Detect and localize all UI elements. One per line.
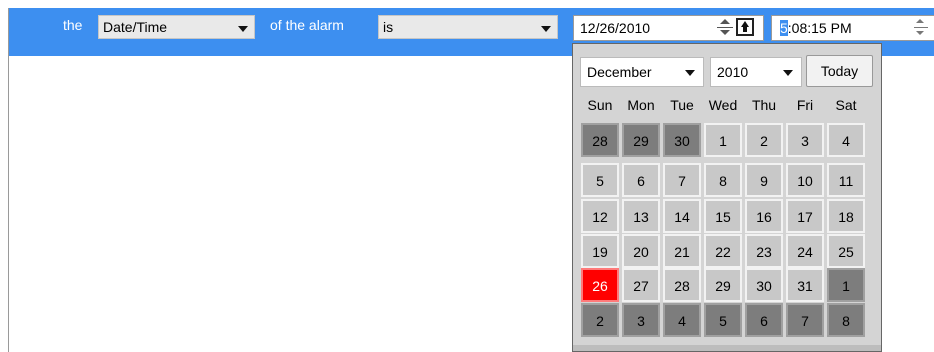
chevron-down-icon [783, 70, 793, 76]
calendar-day[interactable]: 15 [704, 199, 742, 233]
calendar-day-other-month[interactable]: 29 [622, 123, 660, 157]
year-select-value: 2010 [717, 64, 749, 80]
calendar-day[interactable]: 5 [581, 163, 619, 197]
calendar-day[interactable]: 29 [704, 268, 742, 302]
rule-prefix-text: the [63, 17, 83, 33]
month-select[interactable]: December [580, 57, 704, 87]
calendar-day[interactable]: 17 [786, 199, 824, 233]
time-spinner[interactable] [914, 17, 928, 39]
calendar-day[interactable]: 1 [704, 123, 742, 157]
calendar-day-other-month[interactable]: 7 [786, 303, 824, 337]
calendar-day[interactable]: 21 [663, 234, 701, 268]
calendar-day-other-month[interactable]: 4 [663, 303, 701, 337]
calendar-day[interactable]: 4 [827, 123, 865, 157]
calendar-day[interactable]: 9 [745, 163, 783, 197]
calendar-day[interactable]: 23 [745, 234, 783, 268]
time-hour-selected[interactable]: 5 [780, 20, 788, 36]
weekday-header-mon: Mon [627, 97, 655, 113]
calendar-day-other-month[interactable]: 30 [663, 123, 701, 157]
calendar-day[interactable]: 30 [745, 268, 783, 302]
calendar-day[interactable]: 18 [827, 199, 865, 233]
calendar-day-other-month[interactable]: 6 [745, 303, 783, 337]
weekday-header-sun: Sun [587, 97, 613, 113]
weekday-header-fri: Fri [796, 97, 814, 113]
calendar-day[interactable]: 31 [786, 268, 824, 302]
spinner-down-icon[interactable] [720, 30, 730, 35]
calendar-popup: December 2010 Today Sun Mon Tue Wed Thu Fri Sa… [572, 43, 882, 352]
chevron-down-icon [685, 70, 695, 76]
calendar-day[interactable]: 25 [827, 234, 865, 268]
calendar-day[interactable]: 26 [581, 268, 619, 302]
year-select[interactable]: 2010 [710, 57, 802, 87]
operator-select[interactable]: is [378, 15, 558, 39]
month-select-value: December [587, 64, 652, 80]
calendar-day[interactable]: 2 [745, 123, 783, 157]
weekday-header-tue: Tue [670, 97, 694, 113]
calendar-toggle-button[interactable] [736, 18, 754, 36]
calendar-day-other-month[interactable]: 3 [622, 303, 660, 337]
calendar-day[interactable]: 7 [663, 163, 701, 197]
weekday-header-thu: Thu [751, 97, 777, 113]
calendar-day[interactable]: 8 [704, 163, 742, 197]
spinner-up-icon[interactable] [916, 19, 924, 23]
time-input[interactable]: 5:08:15 PM [771, 15, 934, 41]
today-button[interactable]: Today [806, 55, 873, 87]
calendar-day[interactable]: 22 [704, 234, 742, 268]
calendar-day[interactable]: 24 [786, 234, 824, 268]
calendar-day-other-month[interactable]: 8 [827, 303, 865, 337]
spinner-down-icon[interactable] [916, 31, 924, 35]
calendar-day[interactable]: 28 [663, 268, 701, 302]
calendar-day[interactable]: 11 [827, 163, 865, 197]
field-select-value: Date/Time [103, 19, 168, 35]
calendar-day[interactable]: 13 [622, 199, 660, 233]
weekday-header-sat: Sat [835, 97, 857, 113]
calendar-day[interactable]: 6 [622, 163, 660, 197]
rule-middle-text: of the alarm [270, 17, 344, 33]
calendar-day[interactable]: 20 [622, 234, 660, 268]
calendar-day[interactable]: 3 [786, 123, 824, 157]
spinner-up-icon[interactable] [720, 19, 730, 24]
calendar-day-other-month[interactable]: 5 [704, 303, 742, 337]
calendar-footer [573, 345, 881, 351]
calendar-day[interactable]: 27 [622, 268, 660, 302]
left-frame-border [8, 8, 9, 352]
chevron-down-icon [238, 26, 248, 32]
calendar-day[interactable]: 10 [786, 163, 824, 197]
calendar-day[interactable]: 16 [745, 199, 783, 233]
date-input-value: 12/26/2010 [580, 20, 651, 36]
calendar-day-other-month[interactable]: 2 [581, 303, 619, 337]
operator-select-value: is [383, 19, 394, 35]
chevron-down-icon [541, 26, 551, 32]
calendar-day[interactable]: 19 [581, 234, 619, 268]
date-spinner[interactable] [717, 19, 733, 37]
calendar-day-other-month[interactable]: 28 [581, 123, 619, 157]
calendar-day[interactable]: 14 [663, 199, 701, 233]
calendar-day[interactable]: 12 [581, 199, 619, 233]
time-rest: :08:15 PM [787, 20, 852, 36]
weekday-header-wed: Wed [708, 97, 738, 113]
calendar-day-other-month[interactable]: 1 [827, 268, 865, 302]
field-select[interactable]: Date/Time [98, 15, 255, 39]
